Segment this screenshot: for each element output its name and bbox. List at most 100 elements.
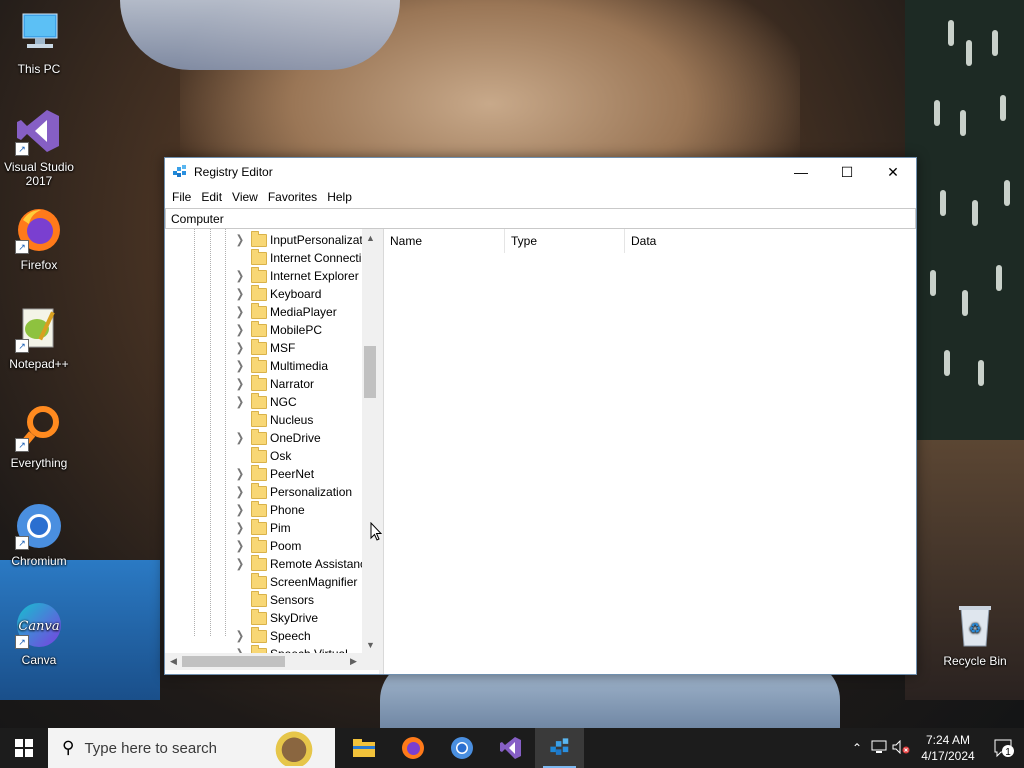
desktop-icon-visual-studio[interactable]: ↗ Visual Studio 2017 xyxy=(1,108,77,188)
shortcut-arrow-icon: ↗ xyxy=(15,240,29,254)
title-bar[interactable]: Registry Editor — ☐ ✕ xyxy=(165,158,916,186)
tree-item[interactable]: ❯ Poom xyxy=(165,537,362,555)
start-button[interactable] xyxy=(0,728,48,768)
tree-item[interactable]: Osk xyxy=(165,447,362,465)
desktop-icon-everything[interactable]: ↗ Everything xyxy=(1,404,77,470)
folder-icon xyxy=(251,285,267,301)
canva-icon: Canva ↗ xyxy=(15,601,63,649)
tree-item[interactable]: ScreenMagnifier xyxy=(165,573,362,591)
folder-icon xyxy=(251,555,267,571)
taskbar-search-box[interactable]: ⚲ Type here to search xyxy=(48,728,335,768)
registry-editor-icon xyxy=(172,164,188,180)
tree-item-label: NGC xyxy=(270,395,297,409)
tree-item[interactable]: ❯ OneDrive xyxy=(165,429,362,447)
tree-item[interactable]: ❯ NGC xyxy=(165,393,362,411)
close-button[interactable]: ✕ xyxy=(870,158,916,186)
expand-chevron-icon[interactable]: ❯ xyxy=(235,229,245,251)
vertical-scroll-thumb[interactable] xyxy=(364,346,376,398)
tree-item[interactable]: Internet Connecti xyxy=(165,249,362,267)
shortcut-arrow-icon: ↗ xyxy=(15,635,29,649)
everything-search-icon: ↗ xyxy=(15,404,63,452)
tree-view[interactable]: ❯ InputPersonalizat Internet Connecti ❯ Inte… xyxy=(165,229,362,653)
tree-item[interactable]: ❯ Pim xyxy=(165,519,362,537)
svg-text:Canva: Canva xyxy=(18,619,59,634)
tree-item-label: Keyboard xyxy=(270,287,322,301)
minimize-button[interactable]: — xyxy=(778,158,824,186)
desktop-icon-firefox[interactable]: ↗ Firefox xyxy=(1,206,77,272)
desktop-icon-chromium[interactable]: ↗ Chromium xyxy=(1,502,77,568)
desktop-icon-recycle-bin[interactable]: ♻ Recycle Bin xyxy=(937,602,1013,668)
folder-icon xyxy=(251,393,267,409)
menu-edit[interactable]: Edit xyxy=(196,190,227,204)
tree-item[interactable]: ❯ InputPersonalizat xyxy=(165,231,362,249)
tree-item[interactable]: ❯ Internet Explorer xyxy=(165,267,362,285)
clock-time: 7:24 AM xyxy=(925,733,971,747)
taskbar-firefox[interactable] xyxy=(388,728,437,768)
scroll-down-arrow-icon[interactable]: ▼ xyxy=(362,636,379,653)
tree-item[interactable]: ❯ MSF xyxy=(165,339,362,357)
desktop-icon-notepadpp[interactable]: ↗ Notepad++ xyxy=(1,305,77,371)
folder-icon xyxy=(251,375,267,391)
notification-center-button[interactable]: 1 xyxy=(984,738,1024,758)
tree-item-label: Internet Explorer xyxy=(270,269,359,283)
chevron-up-icon[interactable]: ⌃ xyxy=(846,741,868,755)
expand-chevron-icon[interactable]: ❯ xyxy=(235,391,245,413)
menu-favorites[interactable]: Favorites xyxy=(263,190,322,204)
tree-item[interactable]: ❯ MobilePC xyxy=(165,321,362,339)
tree-item[interactable]: ❯Speech Virtual xyxy=(165,645,362,653)
horizontal-scroll-thumb[interactable] xyxy=(182,656,285,667)
tree-item[interactable]: ❯ Personalization xyxy=(165,483,362,501)
taskbar-chromium[interactable] xyxy=(437,728,486,768)
menu-help[interactable]: Help xyxy=(322,190,357,204)
tree-item[interactable]: ❯ Narrator xyxy=(165,375,362,393)
column-header-data[interactable]: Data xyxy=(625,229,735,253)
window-title: Registry Editor xyxy=(194,165,273,179)
chromium-icon: ↗ xyxy=(15,502,63,550)
taskbar-visual-studio[interactable] xyxy=(486,728,535,768)
volume-muted-icon[interactable] xyxy=(890,739,912,757)
tree-item[interactable]: ❯ Keyboard xyxy=(165,285,362,303)
taskbar-clock[interactable]: 7:24 AM 4/17/2024 xyxy=(912,732,984,764)
menu-view[interactable]: View xyxy=(227,190,263,204)
folder-icon xyxy=(251,429,267,445)
tree-item[interactable]: Sensors xyxy=(165,591,362,609)
tree-item[interactable]: ❯ Speech xyxy=(165,627,362,645)
tree-item[interactable]: SkyDrive xyxy=(165,609,362,627)
shortcut-arrow-icon: ↗ xyxy=(15,536,29,550)
menu-file[interactable]: File xyxy=(167,190,196,204)
scroll-left-arrow-icon[interactable]: ◀ xyxy=(165,653,182,670)
tree-item-label: Sensors xyxy=(270,593,315,607)
tree-item[interactable]: ❯ Remote Assistanc xyxy=(165,555,362,573)
tree-item[interactable]: ❯ Phone xyxy=(165,501,362,519)
scroll-up-arrow-icon[interactable]: ▲ xyxy=(362,229,379,246)
tree-item[interactable]: ❯ Multimedia xyxy=(165,357,362,375)
search-highlight-image[interactable] xyxy=(259,730,329,766)
column-header-name[interactable]: Name xyxy=(384,229,505,253)
tree-item[interactable]: Nucleus xyxy=(165,411,362,429)
column-header-type[interactable]: Type xyxy=(505,229,625,253)
desktop-icon-label: Chromium xyxy=(11,554,67,568)
desktop-icon-canva[interactable]: Canva ↗ Canva xyxy=(1,601,77,667)
values-list-pane[interactable]: Name Type Data xyxy=(383,229,916,674)
registry-editor-window[interactable]: Registry Editor — ☐ ✕ File Edit View Fav… xyxy=(164,157,917,675)
tree-item[interactable]: ❯ PeerNet xyxy=(165,465,362,483)
maximize-button[interactable]: ☐ xyxy=(824,158,870,186)
taskbar-registry-editor[interactable] xyxy=(535,728,584,768)
tree-item[interactable]: ❯ MediaPlayer xyxy=(165,303,362,321)
taskbar-file-explorer[interactable] xyxy=(339,728,388,768)
notification-count: 1 xyxy=(1005,747,1011,758)
folder-icon xyxy=(251,321,267,337)
tree-horizontal-scrollbar[interactable]: ◀ ▶ xyxy=(165,653,362,670)
expand-chevron-icon[interactable]: ❯ xyxy=(235,643,245,653)
address-bar[interactable]: Computer xyxy=(165,208,916,229)
tree-item-label: Remote Assistanc xyxy=(270,557,362,571)
desktop-icon-this-pc[interactable]: This PC xyxy=(1,10,77,76)
network-icon[interactable] xyxy=(868,740,890,757)
shortcut-arrow-icon: ↗ xyxy=(15,142,29,156)
registry-tree-pane[interactable]: ❯ InputPersonalizat Internet Connecti ❯ Inte… xyxy=(165,229,383,674)
clock-date: 4/17/2024 xyxy=(921,749,975,763)
scroll-right-arrow-icon[interactable]: ▶ xyxy=(345,653,362,670)
tree-vertical-scrollbar[interactable]: ▲ ▼ xyxy=(362,229,379,653)
expand-chevron-icon[interactable]: ❯ xyxy=(235,427,245,449)
expand-chevron-icon[interactable]: ❯ xyxy=(235,553,245,575)
